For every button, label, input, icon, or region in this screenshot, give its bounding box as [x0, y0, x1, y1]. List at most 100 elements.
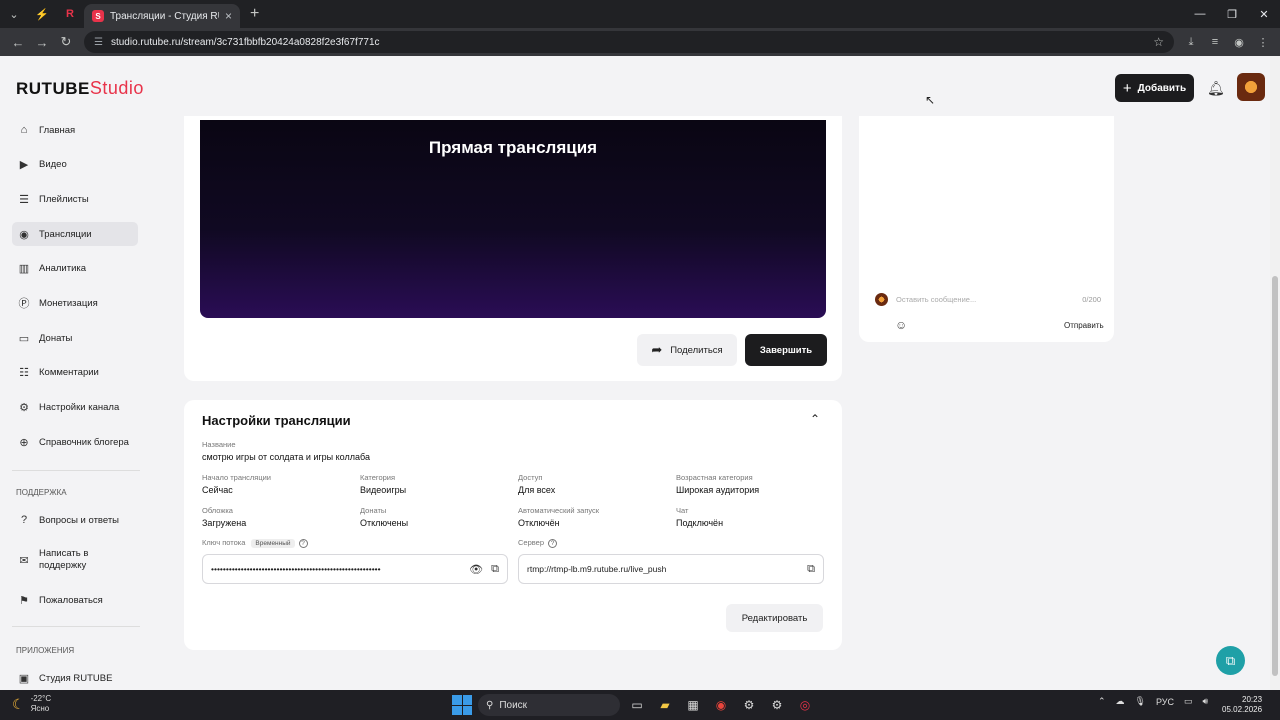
share-icon: ➦: [651, 342, 663, 357]
volume-icon[interactable]: 🔊︎: [1203, 696, 1209, 707]
chat-input-row: Оставить сообщение... 0/200: [875, 291, 1101, 307]
tab-close-icon[interactable]: ×: [225, 9, 232, 23]
sidebar-item-label: Плейлисты: [39, 193, 89, 205]
monitor-icon[interactable]: ▭: [1184, 696, 1193, 707]
add-button[interactable]: + Добавить: [1115, 74, 1194, 102]
search-label: Поиск: [499, 699, 528, 711]
cover-label: Обложка: [202, 506, 233, 515]
file-explorer-icon[interactable]: ▰: [654, 694, 676, 716]
taskbar-clock[interactable]: 20:23 05.02.2026: [1222, 695, 1262, 715]
minimize-icon[interactable]: —: [1184, 8, 1216, 21]
sidebar-item-label: Трансляции: [39, 228, 92, 240]
stream-preview-title: Прямая трансляция: [428, 138, 598, 157]
browser-tab-active[interactable]: S Трансляции - Студия RUTUBE ×: [84, 4, 240, 28]
cover-value: Загружена: [202, 518, 247, 528]
stream-preview[interactable]: Прямая трансляция: [200, 120, 826, 318]
edit-button[interactable]: Редактировать: [726, 604, 823, 632]
help-icon[interactable]: ?: [298, 538, 308, 548]
chat-value: Подключён: [676, 518, 724, 528]
sidebar-item-comments[interactable]: ☷ Комментарии: [12, 360, 138, 384]
download-icon[interactable]: ⤓: [1182, 36, 1200, 49]
maximize-icon[interactable]: ❐: [1216, 8, 1248, 21]
copy-icon[interactable]: ⧉: [491, 563, 499, 576]
weather-widget[interactable]: ☾ -22°C Ясно: [12, 694, 51, 714]
tab-title: Трансляции - Студия RUTUBE: [110, 10, 219, 22]
start-button[interactable]: [452, 695, 472, 715]
sidebar-item-home[interactable]: ⌂ Главная: [12, 118, 138, 142]
scrollbar-thumb[interactable]: [1272, 276, 1278, 676]
sidebar-item-label: Комментарии: [39, 366, 99, 378]
help-icon[interactable]: ?: [548, 538, 558, 548]
language-indicator[interactable]: РУС: [1156, 697, 1174, 707]
pinned-tab-icon[interactable]: ⚡: [28, 0, 56, 28]
question-icon: ?: [20, 514, 28, 526]
studio-page: RUTUBEStudio + Добавить 🔔︎ ⌂ Главная ▶ В…: [0, 56, 1280, 690]
sidebar-item-playlists[interactable]: ☰ Плейлисты: [12, 187, 138, 211]
sidebar-item-contact-support[interactable]: ✉ Написать в поддержку: [12, 542, 138, 578]
new-tab-icon[interactable]: +: [250, 5, 259, 23]
taskbar-search[interactable]: ⚲ Поиск: [478, 694, 620, 716]
sidebar-item-monetization[interactable]: Ⓟ Монетизация: [12, 291, 138, 315]
profile-icon[interactable]: ◉: [1230, 36, 1248, 49]
sidebar-divider: [12, 626, 140, 627]
page-scrollbar[interactable]: [1270, 56, 1280, 690]
sidebar-item-faq[interactable]: ? Вопросы и ответы: [12, 508, 138, 532]
steam-icon[interactable]: ⚙: [738, 694, 760, 716]
browser-menu-icon[interactable]: ⋮: [1254, 36, 1272, 49]
stream-player-card: Прямая трансляция ➦ Поделиться Завершить: [184, 116, 842, 381]
help-chat-button[interactable]: ⧉: [1216, 646, 1245, 675]
chat-panel: Оставить сообщение... 0/200 ☺ Отправить: [859, 116, 1114, 342]
chrome-icon[interactable]: ◉: [710, 694, 732, 716]
gear-icon: ⚙: [19, 401, 29, 414]
bell-icon[interactable]: 🔔︎: [1207, 80, 1225, 97]
tab-list-icon[interactable]: ⌄: [0, 0, 28, 28]
sidebar-item-video[interactable]: ▶ Видео: [12, 152, 138, 176]
pinned-tab-rutube-icon[interactable]: R: [56, 0, 84, 28]
url-bar[interactable]: ☰ studio.rutube.ru/stream/3c731fbbfb2042…: [84, 31, 1174, 53]
home-icon: ⌂: [20, 124, 28, 136]
bookmark-star-icon[interactable]: ☆: [1153, 35, 1164, 49]
reading-list-icon[interactable]: ≡: [1206, 36, 1224, 49]
sidebar-item-label: Справочник блогера: [39, 436, 129, 448]
mail-icon: ✉: [19, 554, 29, 567]
chevron-up-icon[interactable]: ⌃: [810, 412, 820, 426]
share-button[interactable]: ➦ Поделиться: [637, 334, 737, 366]
eye-icon[interactable]: 👁︎: [469, 563, 483, 576]
donate-value: Отключены: [360, 518, 409, 528]
autostart-label: Автоматический запуск: [518, 506, 600, 515]
task-view-icon[interactable]: ▭: [626, 694, 648, 716]
chat-message-input[interactable]: Оставить сообщение...: [896, 291, 1074, 307]
sidebar-item-studio-app[interactable]: ▣ Студия RUTUBE: [12, 666, 138, 690]
forward-icon[interactable]: →: [30, 35, 54, 50]
tray-overflow-icon[interactable]: ⌃: [1098, 696, 1106, 707]
autostart-value: Отключён: [518, 518, 560, 528]
name-label: Название: [202, 440, 236, 449]
end-stream-button[interactable]: Завершить: [745, 334, 827, 366]
send-button[interactable]: Отправить: [1064, 321, 1104, 330]
emoji-icon[interactable]: ☺: [895, 318, 907, 332]
close-window-icon[interactable]: ✕: [1248, 8, 1280, 21]
recording-app-icon[interactable]: ◎: [794, 694, 816, 716]
server-value: rtmp://rtmp-lb.m9.rutube.ru/live_push: [527, 564, 667, 574]
sidebar-item-broadcasts[interactable]: ◉ Трансляции: [12, 222, 138, 246]
copy-icon[interactable]: ⧉: [807, 563, 815, 576]
sidebar-item-channel-settings[interactable]: ⚙ Настройки канала: [12, 395, 138, 419]
reload-icon[interactable]: ↻: [54, 34, 78, 50]
back-icon[interactable]: ←: [6, 35, 30, 50]
age-label: Возрастная категория: [676, 473, 753, 482]
comment-icon: ☷: [19, 366, 29, 379]
site-info-icon[interactable]: ☰: [94, 37, 103, 48]
settings-title: Настройки трансляции: [202, 413, 351, 428]
server-field[interactable]: rtmp://rtmp-lb.m9.rutube.ru/live_push ⧉: [518, 554, 824, 584]
steam-secondary-icon[interactable]: ⚙: [766, 694, 788, 716]
store-icon[interactable]: ▦: [682, 694, 704, 716]
sidebar-item-report[interactable]: ⚑ Пожаловаться: [12, 588, 138, 612]
sidebar-item-blogger-guide[interactable]: ⊕ Справочник блогера: [12, 430, 138, 454]
stream-key-field[interactable]: ••••••••••••••••••••••••••••••••••••••••…: [202, 554, 508, 584]
access-value: Для всех: [518, 485, 556, 495]
microphone-icon[interactable]: 🎙︎: [1135, 696, 1146, 707]
sidebar-item-analytics[interactable]: ▥ Аналитика: [12, 256, 138, 280]
onedrive-icon[interactable]: ☁: [1116, 696, 1125, 707]
avatar[interactable]: [1237, 73, 1265, 101]
sidebar-item-donates[interactable]: ▭ Донаты: [12, 326, 138, 350]
